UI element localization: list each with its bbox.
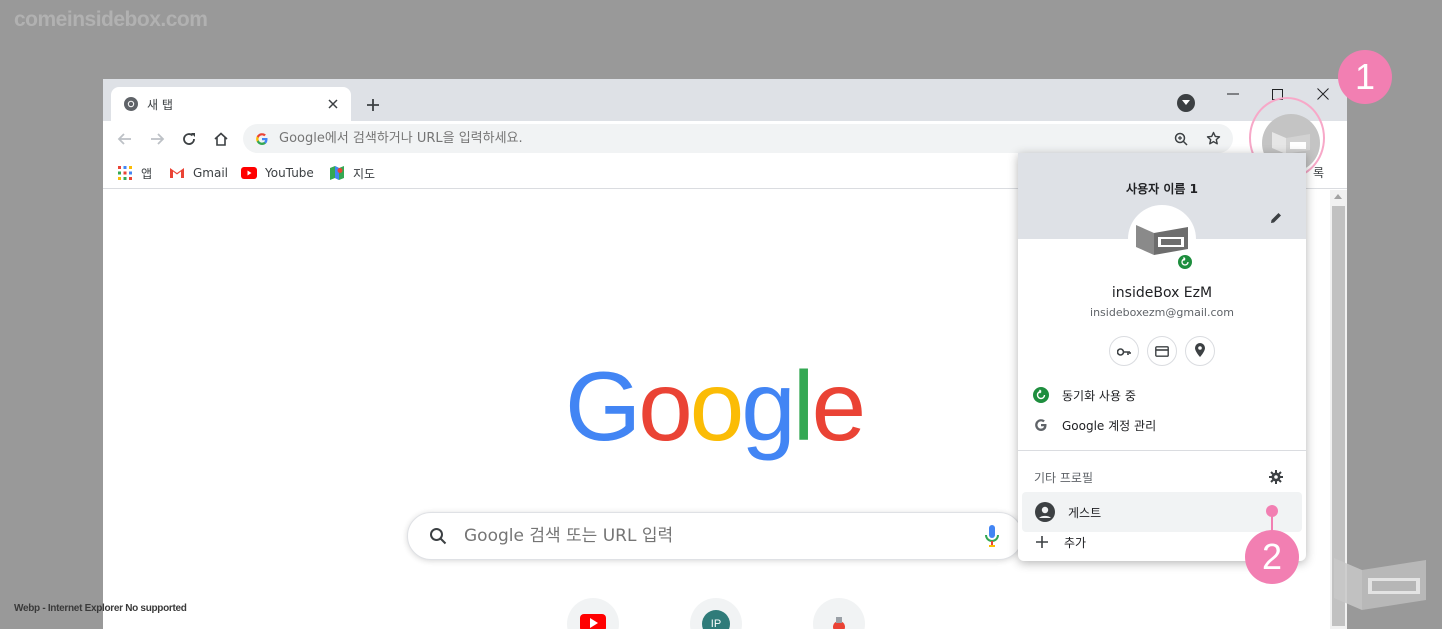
gear-icon[interactable]	[1266, 467, 1286, 487]
bookmark-overflow[interactable]: 록	[1313, 164, 1324, 181]
profile-menu: 사용자 이름 1 insideBox EzM insideboxezm@gmai…	[1018, 153, 1306, 561]
tab-new-tab[interactable]: 새 탭	[111, 87, 351, 121]
zoom-icon[interactable]	[1169, 127, 1193, 151]
location-pin-icon	[1195, 342, 1205, 361]
bookmark-label: Gmail	[193, 166, 229, 180]
person-circle-icon	[1034, 501, 1056, 523]
shortcut-ip[interactable]: IP	[690, 598, 742, 629]
payment-methods-button[interactable]	[1147, 336, 1177, 366]
callout-pointer-line	[1271, 512, 1273, 532]
pencil-icon[interactable]	[1266, 208, 1286, 228]
maps-icon	[329, 165, 345, 181]
close-tab-icon[interactable]	[323, 94, 343, 114]
close-window-icon[interactable]	[1311, 83, 1335, 105]
watermark-note: Webp - Internet Explorer No supported	[14, 603, 187, 614]
menu-divider	[1018, 450, 1306, 451]
manage-account-row[interactable]: Google 계정 관리	[1018, 410, 1306, 440]
shortcut-third[interactable]	[813, 598, 865, 629]
bookmark-youtube[interactable]: YouTube	[241, 164, 314, 182]
new-tab-button[interactable]	[361, 93, 385, 117]
key-icon	[1116, 342, 1131, 361]
watermark-site: comeinsidebox.com	[14, 8, 208, 31]
bookmark-maps[interactable]: 지도	[329, 164, 375, 182]
scroll-up-arrow-icon[interactable]	[1334, 194, 1342, 199]
bookmark-star-icon[interactable]	[1201, 127, 1225, 151]
svg-text:Google: Google	[565, 360, 863, 461]
sync-badge-icon	[1176, 253, 1194, 271]
toolbar	[103, 121, 1347, 157]
ip-avatar-icon: IP	[702, 610, 730, 629]
callout-one: 1	[1338, 50, 1392, 104]
chrome-icon	[123, 96, 139, 112]
other-profiles-label: 기타 프로필	[1034, 471, 1094, 485]
guest-label: 게스트	[1068, 505, 1102, 520]
bookmark-label: 앱	[141, 166, 153, 181]
bookmark-apps[interactable]: 앱	[117, 164, 152, 182]
add-label: 추가	[1064, 535, 1087, 550]
profile-display-name: insideBox EzM	[1111, 285, 1213, 301]
minimize-icon[interactable]	[1221, 83, 1245, 105]
title-bar: 새 탭	[103, 79, 1347, 121]
home-icon[interactable]	[209, 127, 233, 151]
sync-label: 동기화 사용 중	[1062, 388, 1136, 403]
passwords-button[interactable]	[1109, 336, 1139, 366]
reload-icon[interactable]	[177, 127, 201, 151]
forward-arrow-icon[interactable]	[145, 127, 169, 151]
ntp-search-input[interactable]	[464, 526, 980, 546]
youtube-icon	[241, 165, 257, 181]
plus-icon	[1034, 534, 1050, 550]
ntp-search-box[interactable]	[407, 512, 1023, 560]
google-logo: Google	[565, 360, 865, 461]
profile-username: 사용자 이름 1	[1126, 182, 1198, 196]
shortcut-icon	[828, 611, 850, 629]
profile-email: insideboxezm@gmail.com	[1090, 306, 1234, 319]
callout-two: 2	[1245, 530, 1299, 584]
back-arrow-icon[interactable]	[113, 127, 137, 151]
tab-title: 새 탭	[147, 97, 173, 112]
sync-green-icon	[1032, 386, 1050, 404]
google-g-icon	[1032, 416, 1050, 434]
shortcut-youtube[interactable]	[567, 598, 619, 629]
google-g-icon	[255, 132, 269, 146]
apps-grid-icon	[117, 165, 133, 181]
bookmark-gmail[interactable]: Gmail	[169, 164, 228, 182]
tab-search-icon[interactable]	[1177, 94, 1195, 112]
guest-profile-item[interactable]: 게스트	[1022, 492, 1302, 532]
credit-card-icon	[1155, 342, 1169, 361]
manage-account-label: Google 계정 관리	[1062, 418, 1157, 433]
search-icon	[428, 526, 448, 546]
omnibox[interactable]	[243, 124, 1233, 153]
sync-status-row[interactable]: 동기화 사용 중	[1018, 380, 1306, 410]
bookmark-label: 지도	[353, 166, 376, 181]
microphone-icon[interactable]	[980, 524, 1004, 548]
address-input[interactable]	[279, 131, 1169, 146]
addresses-button[interactable]	[1185, 336, 1215, 366]
bookmark-label: YouTube	[265, 166, 314, 180]
insidebox-watermark-logo-icon	[1334, 558, 1426, 610]
gmail-icon	[169, 165, 185, 181]
youtube-icon	[580, 612, 606, 629]
